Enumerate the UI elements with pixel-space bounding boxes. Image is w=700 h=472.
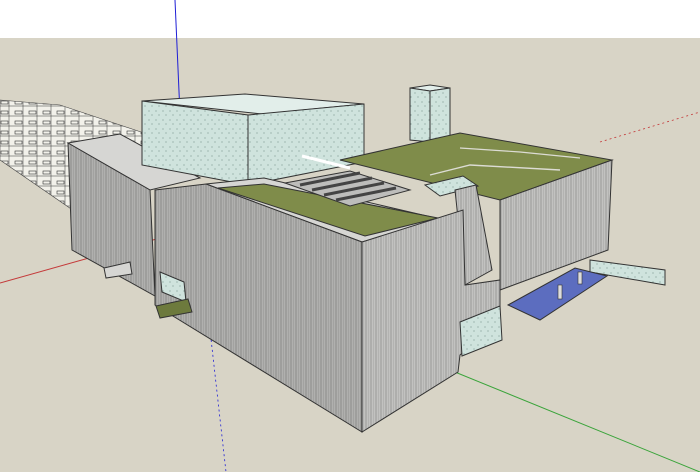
column bbox=[577, 271, 583, 285]
model-viewport[interactable] bbox=[0, 0, 700, 472]
column bbox=[557, 284, 563, 300]
sky bbox=[0, 0, 700, 38]
stair-core-left[interactable] bbox=[409, 87, 431, 143]
stair-core-right[interactable] bbox=[429, 87, 451, 143]
3d-scene[interactable] bbox=[0, 0, 700, 472]
